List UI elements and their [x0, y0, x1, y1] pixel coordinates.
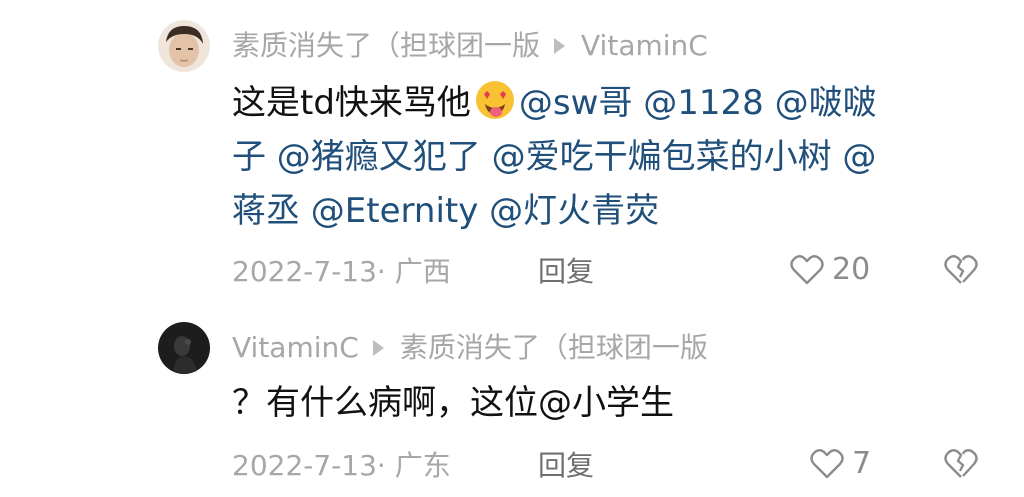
comment-meta: 素质消失了（担球团一版 VitaminC: [232, 26, 708, 66]
avatar[interactable]: [158, 20, 210, 72]
mention-link[interactable]: @sw哥 @1128 @啵啵: [519, 83, 877, 123]
broken-heart-icon: [944, 449, 978, 478]
comment-text: @小学生: [538, 383, 674, 423]
comment-line: 这是td快来骂他 @sw哥 @1128 @啵啵: [232, 76, 877, 130]
reply-arrow-icon: [554, 38, 566, 54]
like-count: 20: [832, 252, 871, 287]
like-button[interactable]: 7: [810, 444, 871, 484]
heart-icon: [790, 255, 824, 285]
like-button[interactable]: 20: [790, 250, 870, 290]
comment-text: 这是td快来骂他: [232, 83, 471, 123]
avatar[interactable]: [158, 322, 210, 374]
comment-body: ？有什么病啊，这位@小学生: [232, 376, 674, 430]
comment-thread: 素质消失了（担球团一版 VitaminC 这是td快来骂他 @sw哥 @1128…: [0, 0, 1024, 497]
comment-body: 这是td快来骂他 @sw哥 @1128 @啵啵 子 @猪瘾又犯了 @爱吃干煸包菜…: [232, 76, 877, 238]
reply-to-name[interactable]: 素质消失了（担球团一版: [400, 328, 708, 368]
author-name[interactable]: VitaminC: [232, 328, 359, 368]
dislike-button[interactable]: [944, 448, 978, 480]
comment-line: ？有什么病啊，这位@小学生: [232, 376, 674, 430]
broken-heart-icon: [944, 255, 978, 284]
like-count: 7: [852, 446, 872, 481]
reply-button[interactable]: 回复: [538, 446, 594, 486]
reply-button[interactable]: 回复: [538, 252, 594, 292]
heart-icon: [810, 449, 844, 479]
star-struck-tongue-emoji-icon: [473, 78, 517, 122]
date-location: 2022-7-13· 广东: [232, 449, 451, 482]
comment-text: ？有什么病啊，这位: [232, 383, 538, 423]
dislike-button[interactable]: [944, 254, 978, 286]
reply-to-name[interactable]: VitaminC: [581, 26, 708, 66]
date-location: 2022-7-13· 广西: [232, 255, 451, 288]
comment-line: 蒋丞 @Eternity @灯火青荧: [232, 184, 877, 238]
comment-line: 子 @猪瘾又犯了 @爱吃干煸包菜的小树 @: [232, 130, 877, 184]
mention-link[interactable]: 子 @猪瘾又犯了 @爱吃干煸包菜的小树 @: [232, 137, 876, 177]
comment-meta: VitaminC 素质消失了（担球团一版: [232, 328, 708, 368]
reply-arrow-icon: [372, 340, 384, 356]
author-name[interactable]: 素质消失了（担球团一版: [232, 26, 540, 66]
mention-link[interactable]: 蒋丞 @Eternity @灯火青荧: [232, 191, 659, 231]
